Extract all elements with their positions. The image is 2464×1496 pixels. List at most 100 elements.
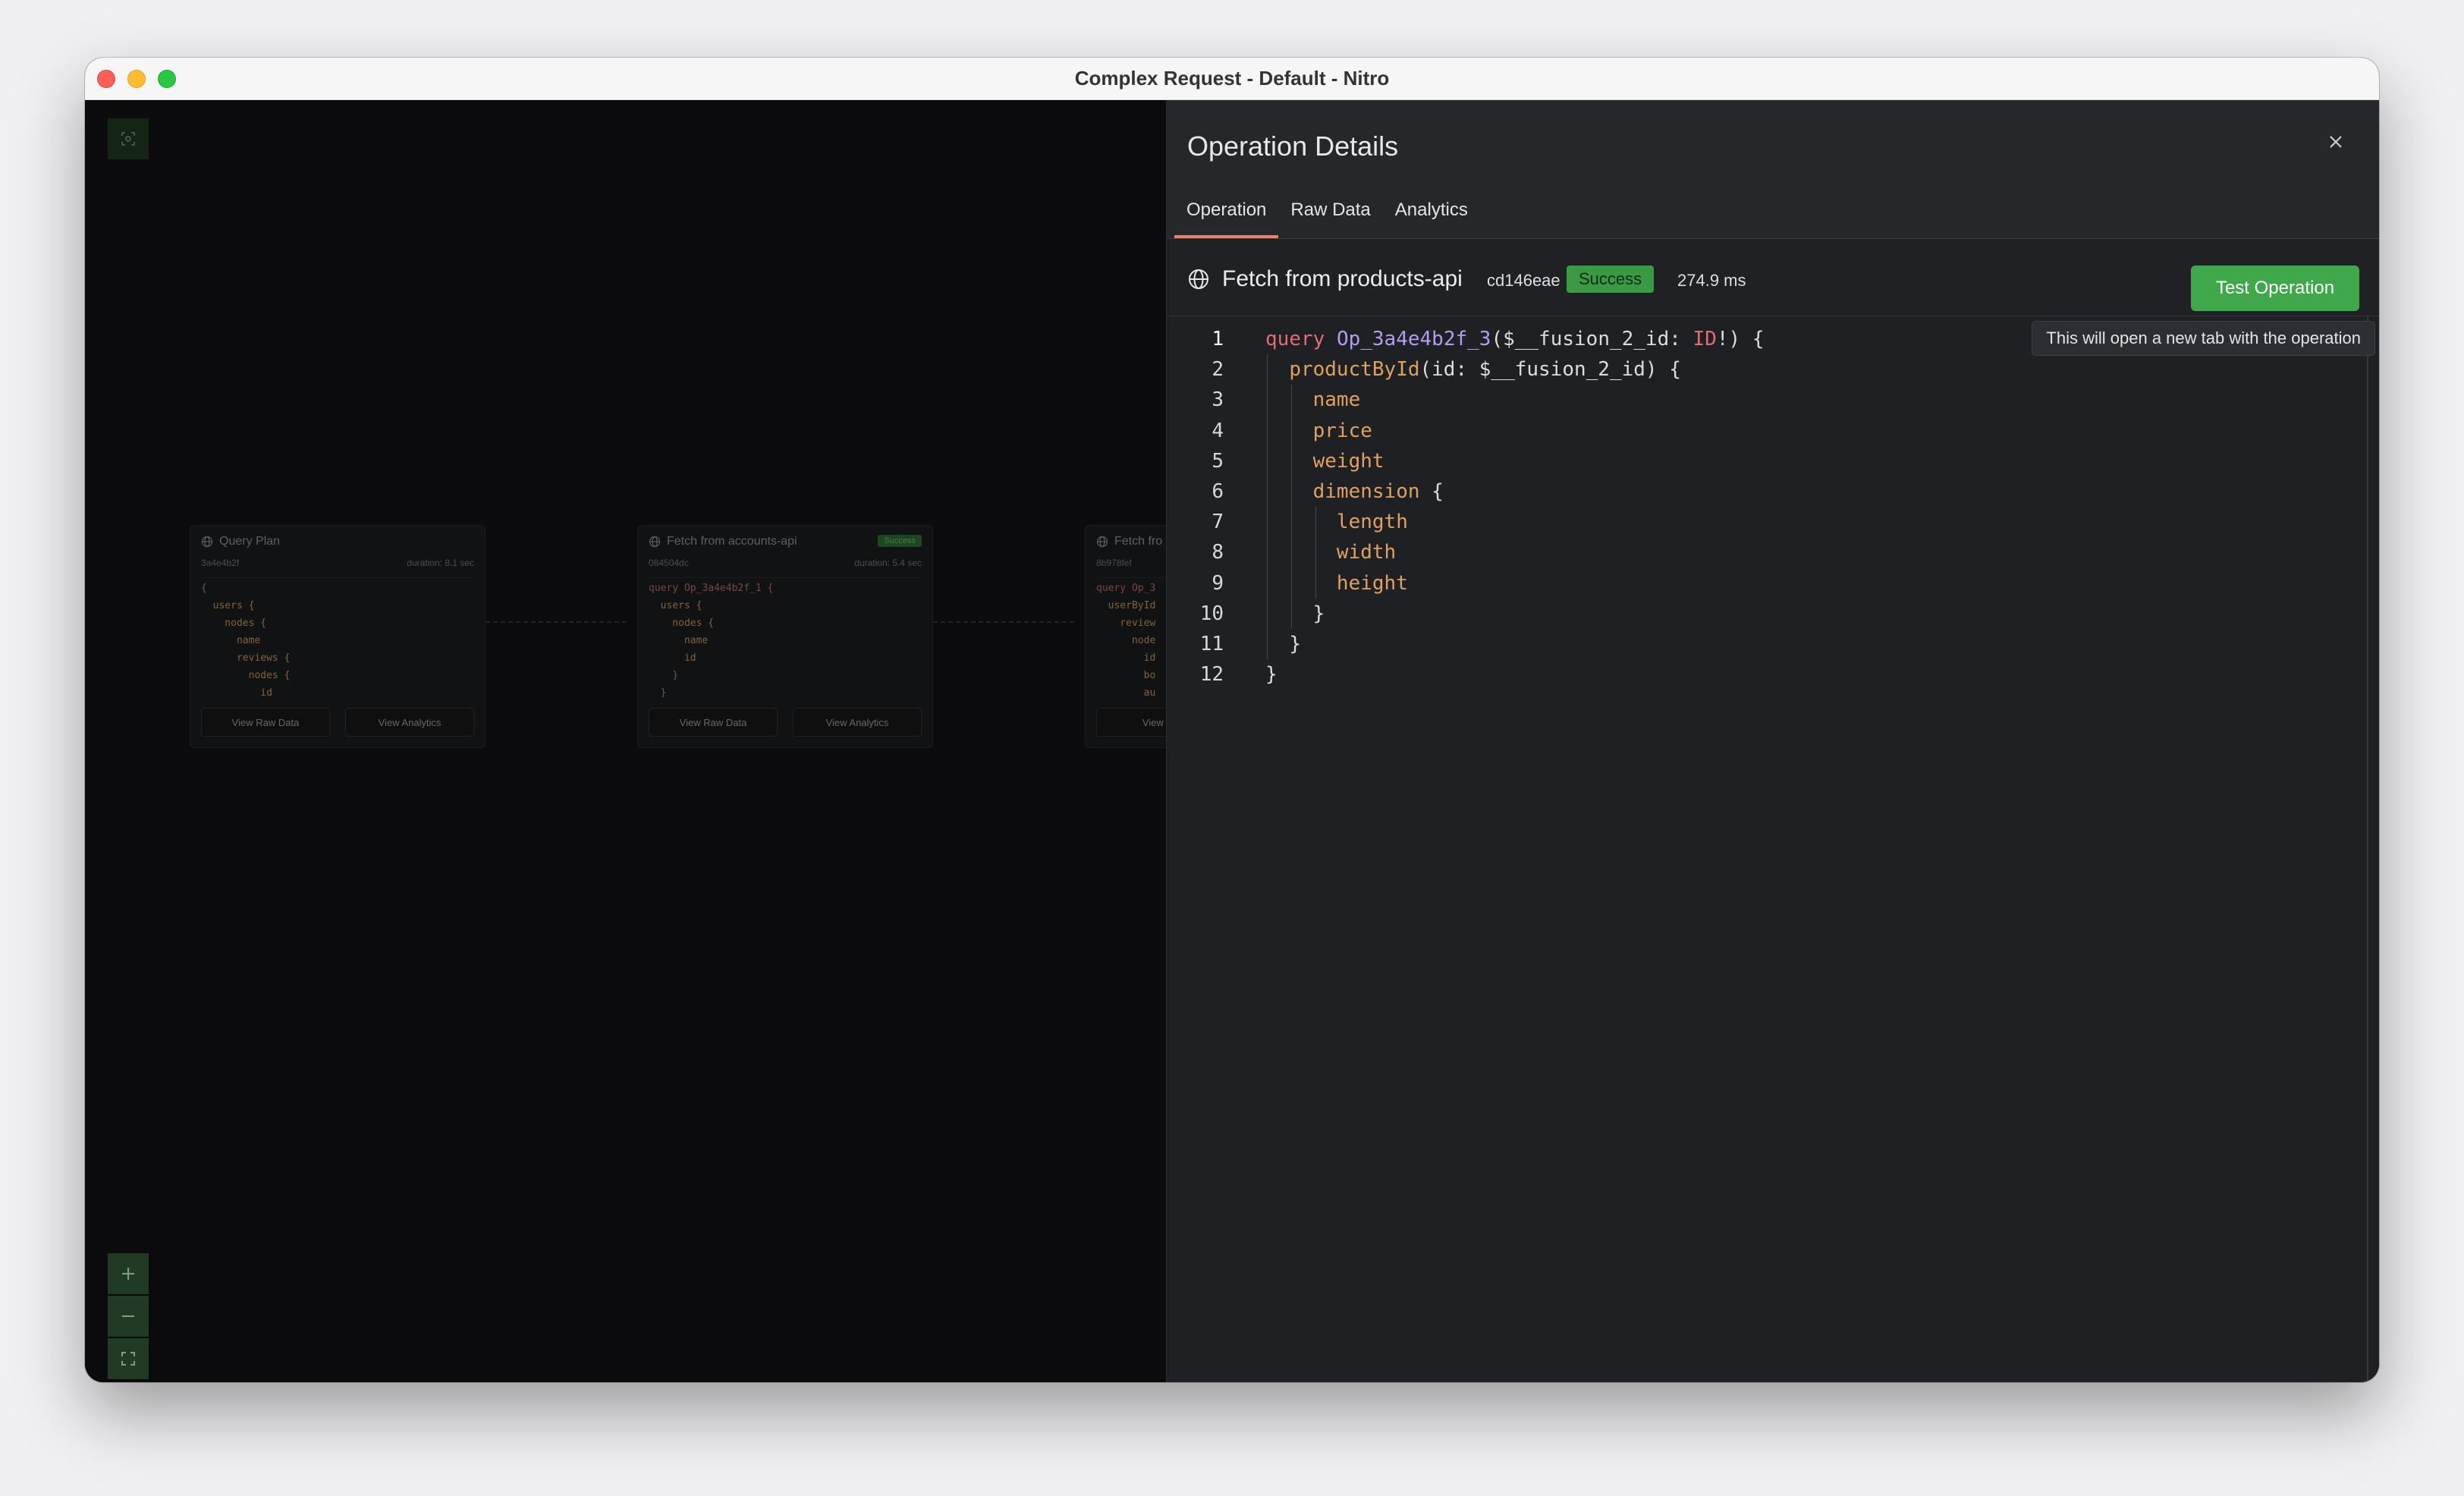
node-code: query Op_3 userById review node id bo au <box>1096 577 1166 697</box>
plan-node[interactable]: Query Plan 3a4e4b2f duration: 8.1 sec { … <box>190 525 486 748</box>
globe-icon <box>201 536 213 548</box>
fit-view-button[interactable] <box>108 118 149 159</box>
status-badge: Success <box>1567 266 1655 293</box>
node-id: 084504dc <box>649 558 689 568</box>
view-raw-data-button[interactable]: View Ra <box>1096 708 1166 737</box>
code-line: length <box>1265 507 1764 537</box>
code-line: productById(id: $__fusion_2_id) { <box>1265 354 1764 385</box>
code-editor[interactable]: 1 2 3 4 5 6 7 8 9 10 11 12 query Op_3a4e… <box>1167 316 2379 1382</box>
view-raw-data-button[interactable]: View Raw Data <box>649 708 778 737</box>
query-plan-canvas[interactable]: Query Plan 3a4e4b2f duration: 8.1 sec { … <box>85 100 1166 1382</box>
code-line: bo <box>1096 670 1156 681</box>
tab-analytics[interactable]: Analytics <box>1383 197 1480 238</box>
code-line: id <box>1096 652 1156 664</box>
node-header: Fetch fro <box>1096 535 1162 548</box>
code-line: name <box>1265 385 1764 415</box>
line-number: 1 <box>1212 328 1224 350</box>
zoom-out-button[interactable] <box>108 1296 149 1337</box>
code-token: ($__fusion_2_id: <box>1491 328 1693 350</box>
line-number: 9 <box>1212 571 1224 595</box>
line-number: 7 <box>1212 511 1224 534</box>
code-line: query Op_3a4e4b2f_1 { <box>649 583 774 594</box>
test-operation-button[interactable]: Test Operation <box>2191 266 2359 311</box>
view-analytics-button[interactable]: View Analytics <box>345 708 474 737</box>
code-line: au <box>1096 687 1156 697</box>
code-line: dimension { <box>1265 476 1764 507</box>
code-line: nodes { <box>201 670 291 681</box>
code-line: reviews { <box>201 652 291 664</box>
operation-details-panel: Operation Details Operation Raw Data Ana… <box>1166 100 2379 1382</box>
line-number: 12 <box>1199 663 1224 687</box>
field-token: width <box>1336 541 1397 564</box>
tab-bar: Operation Raw Data Analytics <box>1174 197 1480 238</box>
operation-name-token: Op_3a4e4b2f_3 <box>1336 328 1491 350</box>
focus-icon <box>121 132 135 146</box>
node-header: Query Plan <box>201 535 280 548</box>
field-token: length <box>1336 511 1408 534</box>
code-line: { <box>201 583 207 594</box>
window-title: Complex Request - Default - Nitro <box>1074 67 1390 90</box>
code-line: node <box>1096 635 1156 646</box>
code-line: id <box>649 652 696 664</box>
code-line: width <box>1265 537 1764 567</box>
plan-node[interactable]: Fetch fro 8b978fef query Op_3 userById r… <box>1085 525 1166 748</box>
node-code: query Op_3a4e4b2f_1 { users { nodes { na… <box>649 577 922 697</box>
code-line: users { <box>201 600 255 611</box>
globe-icon <box>1096 536 1108 548</box>
view-raw-data-button[interactable]: View Raw Data <box>201 708 330 737</box>
node-title: Fetch from accounts-api <box>667 535 797 548</box>
zoom-in-button[interactable] <box>108 1253 149 1294</box>
code-token: } <box>1289 632 1301 655</box>
scrollbar[interactable] <box>2367 316 2368 1382</box>
line-number: 11 <box>1199 632 1224 655</box>
close-panel-button[interactable] <box>2324 132 2347 155</box>
close-icon <box>2330 136 2342 148</box>
fullscreen-button[interactable] <box>108 1338 149 1379</box>
node-duration: duration: 5.4 sec <box>854 558 922 568</box>
code-token: (id: $__fusion_2_id) { <box>1419 358 1681 382</box>
code-line: users { <box>649 600 702 611</box>
operation-name: Fetch from products-api <box>1222 266 1463 291</box>
code-line: price <box>1265 416 1764 446</box>
line-number-gutter: 1 2 3 4 5 6 7 8 9 10 11 12 <box>1167 324 1243 690</box>
panel-header: Operation Details Operation Raw Data Ana… <box>1167 100 2379 238</box>
code-line: } <box>1265 599 1764 629</box>
code-line: userById <box>1096 600 1156 611</box>
code-line: name <box>201 635 261 646</box>
operation-summary: Fetch from products-api cd146eae Success… <box>1167 239 2379 356</box>
code-line: } <box>1265 629 1764 659</box>
code-line: } <box>1265 659 1764 690</box>
node-duration: duration: 8.1 sec <box>407 558 474 568</box>
status-badge: Success <box>878 535 922 547</box>
edge-connector <box>486 621 627 623</box>
minus-icon <box>122 1315 134 1317</box>
plus-icon <box>122 1268 134 1280</box>
code-line: review <box>1096 618 1156 629</box>
view-analytics-button[interactable]: View Analytics <box>793 708 922 737</box>
title-bar: Complex Request - Default - Nitro <box>85 58 2379 100</box>
code-line: nodes { <box>649 618 715 629</box>
operation-id: cd146eae <box>1487 271 1560 290</box>
code-line: name <box>649 635 709 646</box>
line-number: 2 <box>1212 358 1224 382</box>
tab-operation[interactable]: Operation <box>1174 197 1279 238</box>
keyword: query <box>1265 328 1325 350</box>
tab-raw-data[interactable]: Raw Data <box>1278 197 1382 238</box>
code-token: !) { <box>1716 328 1765 350</box>
line-number: 6 <box>1212 479 1224 503</box>
node-header: Fetch from accounts-api <box>649 535 797 548</box>
tooltip: This will open a new tab with the operat… <box>2032 321 2375 356</box>
line-number: 3 <box>1212 388 1224 412</box>
line-number: 8 <box>1212 541 1224 564</box>
plan-node[interactable]: Fetch from accounts-api Success 084504dc… <box>637 525 933 748</box>
code-line: id <box>201 687 272 697</box>
node-id: 8b978fef <box>1096 558 1132 568</box>
line-number: 5 <box>1212 449 1224 473</box>
line-number: 10 <box>1199 602 1224 625</box>
field-token: dimension <box>1312 479 1420 503</box>
code-line: height <box>1265 568 1764 599</box>
code-line: } <box>649 687 667 697</box>
code-line: weight <box>1265 446 1764 476</box>
node-id: 3a4e4b2f <box>201 558 240 568</box>
app-window: Complex Request - Default - Nitro Query … <box>85 58 2379 1382</box>
